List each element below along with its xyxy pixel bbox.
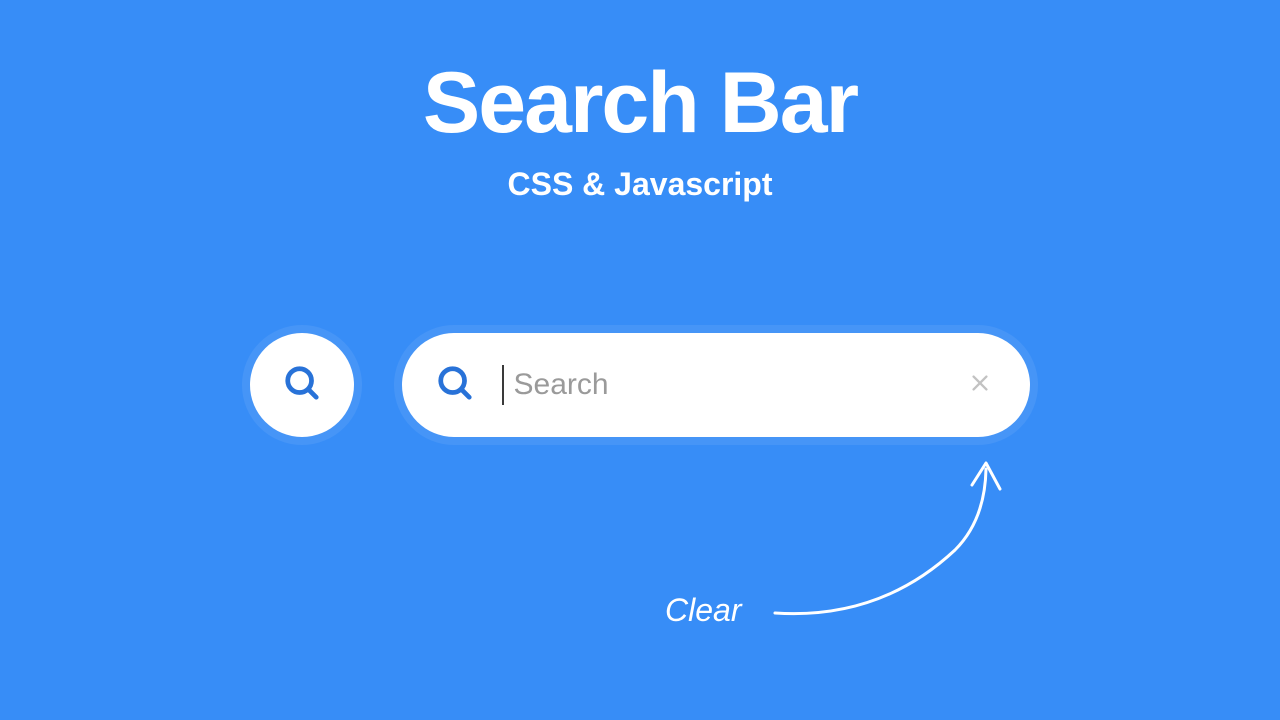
- heading: Search Bar CSS & Javascript: [0, 0, 1280, 203]
- annotation-arrow-icon: [770, 455, 1020, 635]
- search-area: [0, 333, 1280, 437]
- input-cursor-divider: [502, 365, 504, 405]
- page-subtitle: CSS & Javascript: [0, 166, 1280, 203]
- page-title: Search Bar: [0, 60, 1280, 146]
- search-input[interactable]: [514, 368, 965, 402]
- clear-button[interactable]: [964, 369, 996, 401]
- search-toggle-button[interactable]: [250, 333, 354, 437]
- search-icon: [436, 364, 474, 407]
- clear-annotation-label: Clear: [665, 592, 741, 629]
- close-icon: [969, 372, 991, 399]
- search-icon: [283, 364, 321, 407]
- search-bar: [402, 333, 1030, 437]
